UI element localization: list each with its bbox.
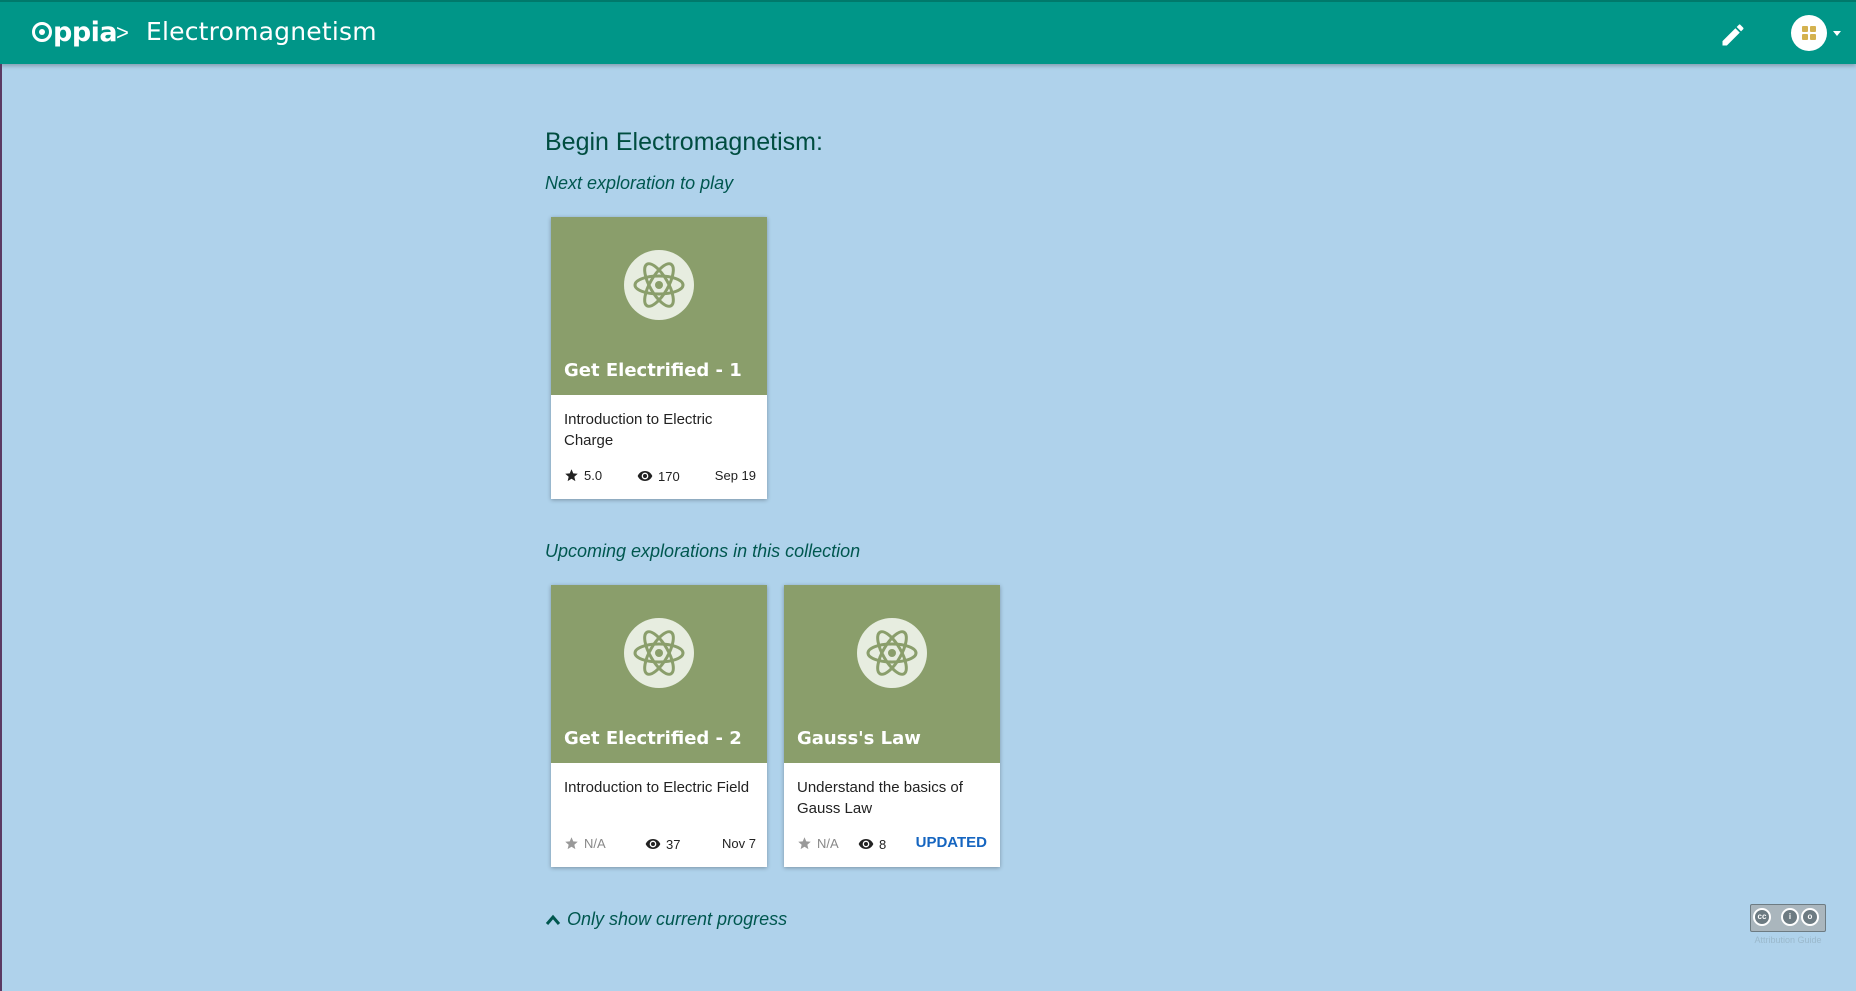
rating-stat: N/A bbox=[564, 836, 606, 851]
card-description: Introduction to Electric Charge bbox=[564, 411, 713, 449]
atom-icon bbox=[857, 618, 927, 688]
license-text: Attribution Guide bbox=[1754, 935, 1822, 945]
logo-text: ppia bbox=[53, 16, 118, 48]
edit-collection-button[interactable] bbox=[1719, 21, 1747, 49]
show-current-progress-toggle[interactable]: Only show current progress bbox=[545, 909, 787, 930]
collection-title: Electromagnetism bbox=[146, 17, 377, 46]
views-stat: 8 bbox=[858, 836, 886, 852]
card-title: Get Electrified - 2 bbox=[564, 728, 742, 749]
rating-value: N/A bbox=[817, 836, 839, 851]
views-value: 37 bbox=[666, 836, 681, 852]
eye-icon bbox=[858, 839, 874, 849]
card-title: Gauss's Law bbox=[797, 728, 921, 749]
window-edge bbox=[0, 64, 2, 991]
star-icon bbox=[798, 837, 811, 850]
card-thumbnail: Get Electrified - 2 bbox=[551, 585, 767, 763]
page-heading: Begin Electromagnetism: bbox=[545, 128, 823, 156]
card-thumbnail: Gauss's Law bbox=[784, 585, 1000, 763]
views-stat: 170 bbox=[637, 468, 680, 484]
star-icon bbox=[565, 469, 578, 482]
views-value: 8 bbox=[879, 836, 887, 852]
card-stats: N/A 37 Nov 7 bbox=[564, 836, 756, 856]
exploration-card[interactable]: Get Electrified - 1 Introduction to Elec… bbox=[551, 217, 767, 499]
card-description: Understand the basics of Gauss Law bbox=[797, 779, 963, 817]
card-thumbnail: Get Electrified - 1 bbox=[551, 217, 767, 395]
views-stat: 37 bbox=[645, 836, 680, 852]
rating-value: N/A bbox=[584, 836, 606, 851]
atom-icon bbox=[624, 250, 694, 320]
breadcrumb-separator: > bbox=[116, 20, 129, 45]
pencil-icon bbox=[1722, 24, 1744, 46]
creative-commons-icon: cc i o bbox=[1750, 904, 1826, 932]
next-exploration-label: Next exploration to play bbox=[545, 173, 734, 193]
rating-stat: 5.0 bbox=[564, 468, 602, 483]
card-stats: N/A 8 UPDATED bbox=[797, 834, 989, 856]
license-badge[interactable]: cc i o Attribution Guide bbox=[1750, 904, 1826, 945]
profile-dropdown-button[interactable] bbox=[1791, 14, 1841, 54]
oppia-logo-icon bbox=[32, 22, 52, 42]
last-updated-date: Sep 19 bbox=[714, 468, 756, 483]
top-navbar: ppia > Electromagnetism bbox=[0, 0, 1856, 64]
exploration-card[interactable]: Gauss's Law Understand the basics of Gau… bbox=[784, 585, 1000, 867]
upcoming-explorations-label: Upcoming explorations in this collection bbox=[545, 541, 861, 561]
rating-value: 5.0 bbox=[584, 468, 603, 483]
avatar-icon bbox=[1791, 15, 1827, 51]
views-value: 170 bbox=[658, 468, 680, 484]
oppia-logo[interactable]: ppia bbox=[32, 16, 118, 48]
eye-icon bbox=[645, 839, 661, 849]
rating-stat: N/A bbox=[797, 836, 839, 851]
exploration-card[interactable]: Get Electrified - 2 Introduction to Elec… bbox=[551, 585, 767, 867]
atom-icon bbox=[624, 618, 694, 688]
card-title: Get Electrified - 1 bbox=[564, 360, 742, 381]
card-stats: 5.0 170 Sep 19 bbox=[564, 468, 756, 488]
toggle-label: Only show current progress bbox=[567, 909, 788, 929]
star-icon bbox=[565, 837, 578, 850]
eye-icon bbox=[637, 471, 653, 481]
card-description: Introduction to Electric Field bbox=[564, 779, 750, 796]
chevron-down-icon bbox=[1833, 31, 1841, 36]
chevron-up-icon bbox=[545, 914, 561, 925]
updated-badge: UPDATED bbox=[915, 834, 987, 851]
last-updated-date: Nov 7 bbox=[722, 836, 756, 851]
